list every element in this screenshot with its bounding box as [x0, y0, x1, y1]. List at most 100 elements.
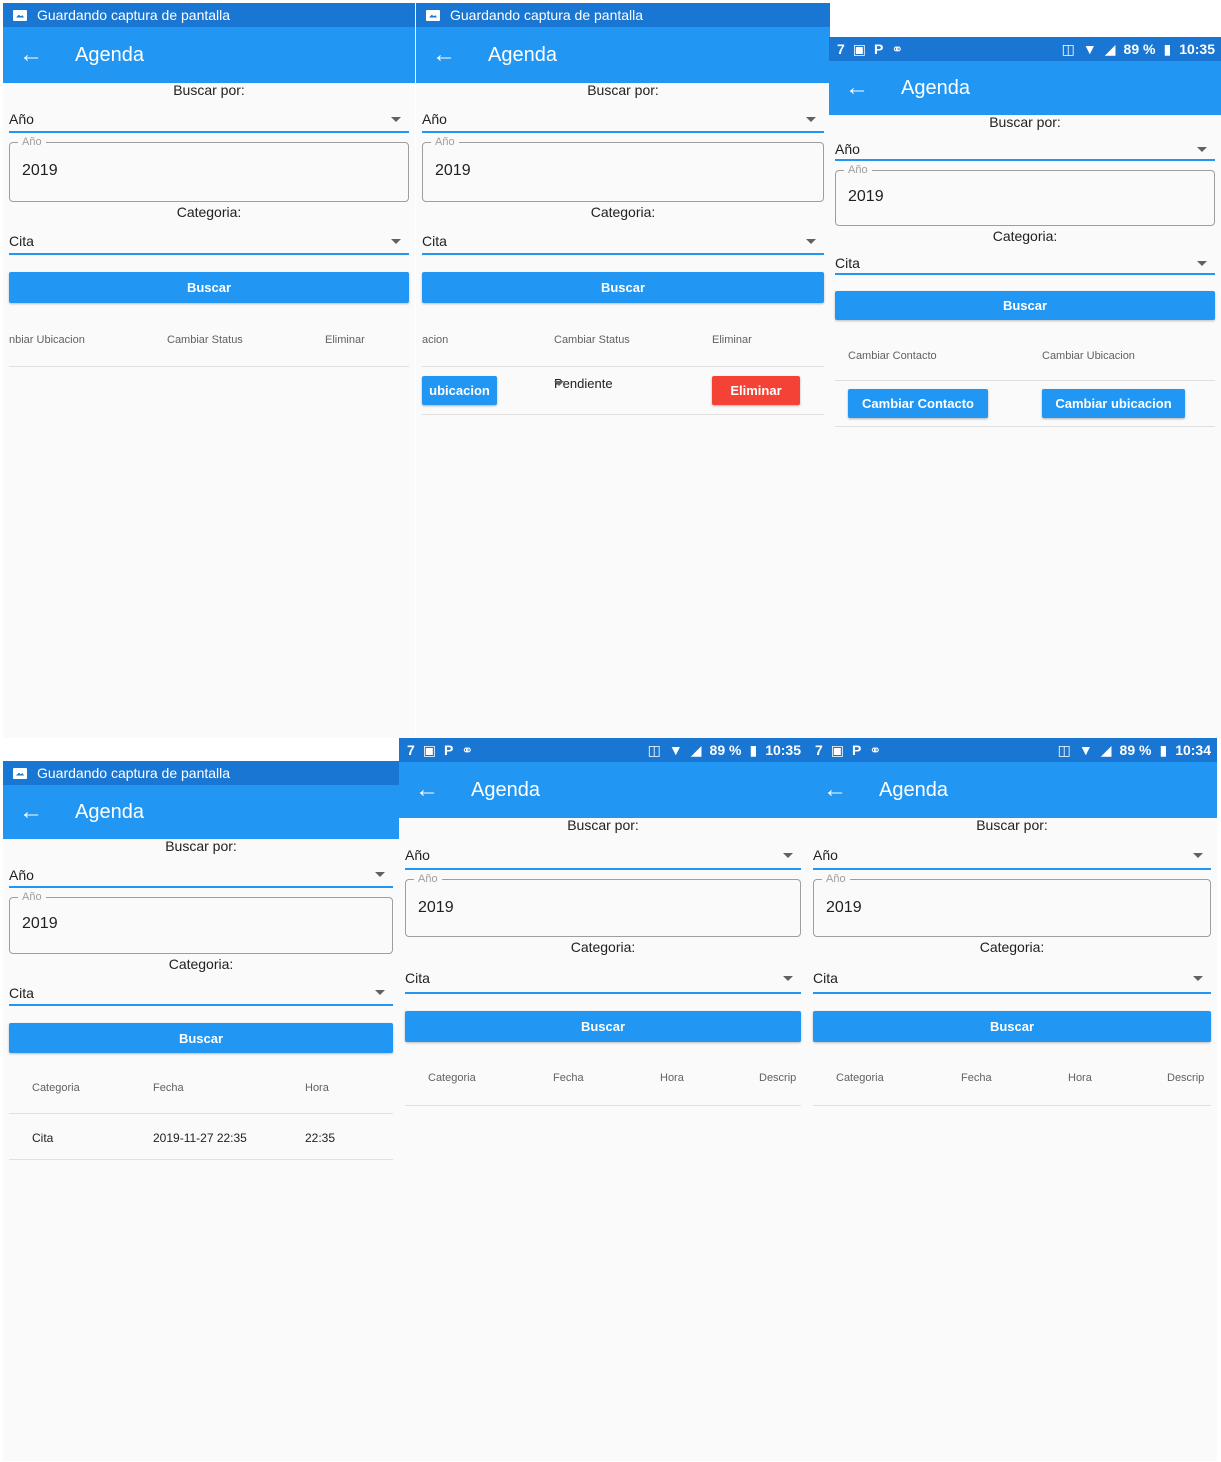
image-icon — [13, 767, 27, 779]
col-status: Cambiar Status — [554, 334, 630, 346]
buscar-button[interactable]: Buscar — [9, 272, 409, 303]
screen-1: Guardando captura de pantalla ← Agenda B… — [3, 3, 415, 738]
categoria-dropdown[interactable]: Cita — [405, 956, 801, 994]
categoria-dropdown[interactable]: Cita — [813, 956, 1211, 994]
back-arrow-icon[interactable]: ← — [19, 800, 59, 824]
app-bar: ← Agenda — [416, 27, 830, 83]
back-arrow-icon[interactable]: ← — [415, 778, 455, 802]
year-input[interactable]: Año 2019 — [9, 136, 409, 202]
buscar-por-dropdown[interactable]: Año — [405, 834, 801, 870]
cambiar-ubicacion-button[interactable]: ubicacion — [422, 376, 497, 405]
dropdown-arrow-icon — [1193, 975, 1203, 981]
categoria-value: Cita — [405, 970, 430, 986]
signal-icon: ◢ — [690, 741, 702, 758]
categoria-value: Cita — [835, 255, 860, 271]
categoria-value: Cita — [9, 233, 34, 249]
col-categoria: Categoria — [428, 1072, 476, 1084]
categoria-dropdown[interactable]: Cita — [9, 973, 393, 1006]
table-row: ubicacion Pendiente Eliminar — [422, 367, 824, 415]
battery-icon: ▮ — [1163, 40, 1172, 57]
image-icon: ▣ — [830, 741, 845, 758]
cell-fecha: 2019-11-27 22:35 — [153, 1131, 247, 1145]
year-value: 2019 — [826, 899, 862, 916]
categoria-dropdown[interactable]: Cita — [9, 221, 409, 255]
wifi-icon: ▼ — [1078, 742, 1093, 758]
app-bar: ← Agenda — [399, 762, 807, 818]
col-ubicacion: acion — [422, 334, 449, 346]
year-input[interactable]: Año 2019 — [835, 164, 1215, 226]
dropdown-arrow-icon — [375, 990, 385, 995]
col-categoria: Categoria — [32, 1082, 80, 1094]
categoria-label: Categoria: — [992, 228, 1058, 244]
col-hora: Hora — [305, 1082, 329, 1094]
buscar-por-dropdown[interactable]: Año — [9, 855, 393, 888]
buscar-por-label: Buscar por: — [567, 817, 639, 833]
buscar-por-dropdown[interactable]: Año — [835, 131, 1215, 161]
screen-3: 7 ▣ P ⚭ ◫ ▼ ◢ 89 % ▮ 10:35 ← Agenda Busc… — [829, 37, 1221, 738]
buscar-por-value: Año — [9, 866, 34, 883]
col-ubicacion: nbiar Ubicacion — [9, 334, 85, 346]
messenger-icon: ⚭ — [891, 40, 904, 57]
col-ubicacion: Cambiar Ubicacion — [1042, 350, 1135, 362]
image-icon — [426, 9, 440, 21]
back-arrow-icon[interactable]: ← — [823, 778, 863, 802]
cambiar-ubicacion-button[interactable]: Cambiar ubicacion — [1042, 389, 1185, 418]
categoria-label: Categoria: — [590, 204, 656, 220]
system-status-bar: 7 ▣ P ⚭ ◫ ▼ ◢ 89 % ▮ 10:34 — [807, 738, 1217, 762]
categoria-dropdown[interactable]: Cita — [835, 245, 1215, 275]
col-fecha: Fecha — [153, 1082, 184, 1094]
page-title: Agenda — [488, 43, 557, 66]
back-arrow-icon[interactable]: ← — [845, 76, 885, 100]
page-title: Agenda — [75, 43, 144, 66]
col-fecha: Fecha — [961, 1072, 992, 1084]
screen-6: 7 ▣ P ⚭ ◫ ▼ ◢ 89 % ▮ 10:34 ← Agenda Busc… — [807, 738, 1217, 1461]
categoria-dropdown[interactable]: Cita — [422, 221, 824, 255]
dropdown-arrow-icon — [391, 116, 401, 122]
buscar-button[interactable]: Buscar — [813, 1011, 1211, 1042]
buscar-por-value: Año — [422, 111, 447, 127]
buscar-por-label: Buscar por: — [976, 817, 1048, 833]
dropdown-arrow-icon — [1197, 260, 1207, 266]
cambiar-contacto-button[interactable]: Cambiar Contacto — [848, 389, 988, 418]
cell-hora: 22:35 — [305, 1131, 336, 1145]
notification-text: Guardando captura de pantalla — [37, 7, 231, 23]
vibrate-icon: ◫ — [1061, 40, 1075, 57]
year-input[interactable]: Año 2019 — [813, 873, 1211, 937]
categoria-label: Categoria: — [570, 939, 636, 955]
buscar-por-dropdown[interactable]: Año — [9, 99, 409, 133]
year-input[interactable]: Año 2019 — [422, 136, 824, 202]
buscar-button[interactable]: Buscar — [9, 1023, 393, 1053]
year-value: 2019 — [22, 162, 58, 179]
back-arrow-icon[interactable]: ← — [19, 43, 59, 67]
categoria-value: Cita — [813, 970, 838, 986]
dropdown-arrow-icon — [783, 975, 793, 981]
image-icon: ▣ — [852, 40, 867, 57]
buscar-por-dropdown[interactable]: Año — [813, 834, 1211, 870]
year-input[interactable]: Año 2019 — [405, 873, 801, 937]
app-bar: ← Agenda — [3, 27, 415, 83]
eliminar-button[interactable]: Eliminar — [712, 376, 800, 405]
back-arrow-icon[interactable]: ← — [432, 43, 472, 67]
signal-icon: ◢ — [1104, 40, 1116, 57]
buscar-por-dropdown[interactable]: Año — [422, 99, 824, 133]
dropdown-arrow-icon — [554, 380, 564, 386]
clock: 10:35 — [765, 742, 801, 758]
buscar-button[interactable]: Buscar — [405, 1011, 801, 1042]
year-legend: Año — [431, 136, 459, 148]
col-hora: Hora — [1068, 1072, 1092, 1084]
table-row: Cita 2019-11-27 22:35 22:35 — [9, 1114, 393, 1160]
col-eliminar: Eliminar — [325, 334, 365, 346]
categoria-label: Categoria: — [176, 204, 242, 220]
year-value: 2019 — [435, 162, 471, 179]
vibrate-icon: ◫ — [1057, 741, 1071, 758]
dropdown-arrow-icon — [1193, 852, 1203, 858]
p-icon: P — [874, 41, 884, 57]
buscar-button[interactable]: Buscar — [835, 291, 1215, 320]
seven-icon: 7 — [815, 742, 823, 758]
signal-icon: ◢ — [1100, 741, 1112, 758]
table-header: Cambiar Contacto Cambiar Ubicacion — [835, 320, 1215, 381]
messenger-icon: ⚭ — [461, 741, 474, 758]
year-value: 2019 — [22, 915, 58, 932]
year-input[interactable]: Año 2019 — [9, 891, 393, 954]
buscar-button[interactable]: Buscar — [422, 272, 824, 303]
